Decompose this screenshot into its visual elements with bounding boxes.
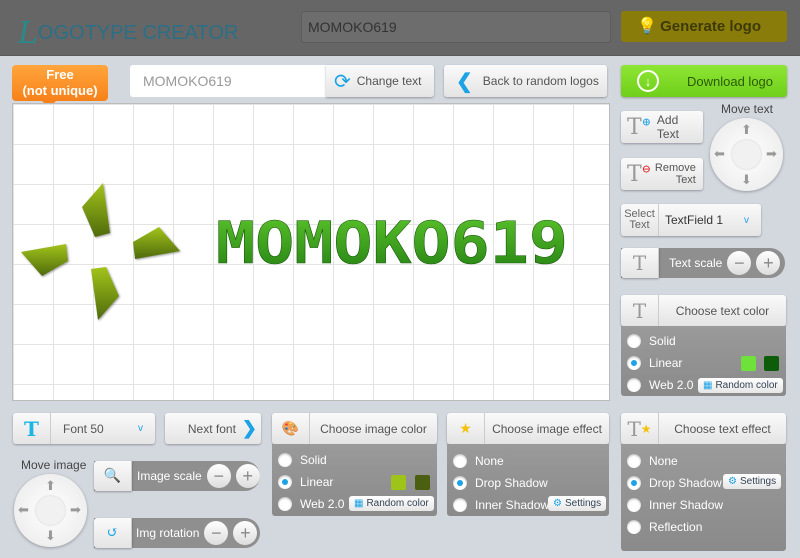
image-color-linear[interactable]: Linear — [272, 471, 437, 493]
refresh-icon: ⟳ — [334, 70, 351, 93]
text-effect-reflection[interactable]: Reflection — [621, 516, 786, 538]
arrow-up-icon[interactable]: ⬆ — [45, 478, 56, 494]
chevron-down-icon: v — [138, 423, 143, 434]
text-star-icon: T ★ — [621, 413, 659, 444]
text-color-linear[interactable]: Linear — [621, 352, 786, 374]
image-color-solid[interactable]: Solid — [272, 449, 437, 471]
font-dropdown[interactable]: T Font 50 v — [13, 413, 155, 444]
lightbulb-icon: 💡 — [637, 18, 657, 35]
text-effect-none[interactable]: None — [621, 450, 786, 472]
image-rotation-control: ↺ Img rotation − + — [94, 518, 260, 548]
chevron-down-icon: v — [744, 214, 749, 226]
download-icon: ↓ — [637, 70, 659, 92]
image-effect-drop-shadow[interactable]: Drop Shadow — [447, 472, 609, 494]
image-rotation-plus-button[interactable]: + — [233, 521, 258, 545]
add-text-button[interactable]: T⊕ Add Text — [621, 111, 703, 143]
logo-shape — [21, 244, 68, 276]
text-color-wheel-icon: T — [621, 295, 659, 326]
chevron-right-icon: ❯ — [241, 418, 257, 438]
gear-icon: ⚙ — [728, 476, 737, 487]
choose-image-effect-header[interactable]: ★ Choose image effect — [447, 413, 609, 444]
logo-shape — [82, 183, 110, 237]
choose-image-color-header[interactable]: 🎨 Choose image color — [272, 413, 437, 444]
text-color-solid[interactable]: Solid — [621, 330, 786, 352]
arrow-right-icon[interactable]: ➡ — [766, 146, 777, 162]
text-color-swatch-2[interactable] — [764, 356, 779, 371]
image-zoom-icon: 🔍 — [94, 461, 132, 491]
image-color-swatch-1[interactable] — [391, 475, 406, 490]
logo-canvas[interactable]: MOMOKO619 — [12, 103, 610, 401]
text-effect-settings-button[interactable]: ⚙ Settings — [723, 474, 782, 489]
text-scale-plus-button[interactable]: + — [756, 251, 781, 275]
image-effect-settings-button[interactable]: ⚙ Settings — [548, 496, 607, 511]
logo-text-input[interactable]: MOMOKO619 — [130, 65, 326, 97]
image-color-wheel-icon: 🎨 — [272, 413, 310, 444]
image-scale-plus-button[interactable]: + — [235, 464, 260, 488]
logo-text: MOMOKO619 — [216, 209, 568, 277]
text-color-panel: Solid Linear Web 2.0 ▦ Random color — [621, 326, 786, 396]
text-random-color-button[interactable]: ▦ Random color — [698, 378, 783, 393]
remove-text-button[interactable]: T⊖ Remove Text — [621, 158, 703, 190]
image-scale-control: 🔍 Image scale − + — [94, 461, 260, 491]
select-text-dropdown[interactable]: Select Text TextField 1v — [621, 204, 761, 236]
text-color-swatch-1[interactable] — [741, 356, 756, 371]
image-effect-panel: None Drop Shadow Inner Shadow ⚙ Settings — [447, 444, 609, 516]
choose-text-color-header[interactable]: T Choose text color — [621, 295, 786, 326]
move-image-label: Move image — [21, 458, 87, 472]
center-button[interactable] — [732, 140, 761, 169]
center-button[interactable] — [36, 496, 65, 525]
move-text-label: Move text — [721, 102, 774, 116]
text-add-icon: T⊕ — [627, 114, 651, 140]
arrow-down-icon[interactable]: ⬇ — [741, 172, 752, 188]
image-color-panel: Solid Linear Web 2.0 ▦ Random color — [272, 444, 437, 516]
logo-preview: MOMOKO619 — [21, 183, 568, 320]
generate-logo-button[interactable]: 💡 Generate logo — [621, 11, 787, 42]
move-text-pad[interactable]: ⬆ ⬇ ⬅ ➡ — [710, 118, 783, 191]
arrow-left-icon[interactable]: ⬅ — [18, 502, 29, 518]
arrow-up-icon[interactable]: ⬆ — [741, 122, 752, 138]
grid-icon: ▦ — [703, 380, 713, 391]
logo-shape — [91, 267, 119, 320]
text-scale-minus-button[interactable]: − — [727, 251, 752, 275]
image-scale-minus-button[interactable]: − — [206, 464, 231, 488]
logo-shape — [133, 227, 180, 259]
move-image-pad[interactable]: ⬆ ⬇ ⬅ ➡ — [14, 474, 87, 547]
image-random-color-button[interactable]: ▦ Random color — [349, 496, 434, 511]
text-effect-panel: None Drop Shadow Inner Shadow Reflection… — [621, 444, 786, 551]
arrow-right-icon[interactable]: ➡ — [70, 502, 81, 518]
grid-icon: ▦ — [354, 498, 364, 509]
change-text-button[interactable]: ⟳ Change text — [326, 65, 434, 97]
free-badge: Free (not unique) — [12, 65, 108, 108]
arrow-left-icon[interactable]: ⬅ — [714, 146, 725, 162]
text-effect-inner-shadow[interactable]: Inner Shadow — [621, 494, 786, 516]
text-scale-control: T Text scale − + — [621, 248, 785, 278]
rotate-icon: ↺ — [94, 518, 132, 548]
next-font-button[interactable]: Next font ❯ — [165, 413, 261, 444]
image-rotation-minus-button[interactable]: − — [204, 521, 229, 545]
gear-icon: ⚙ — [553, 498, 562, 509]
brand-logo[interactable]: LOGOTYPE CREATOR — [18, 12, 238, 51]
download-logo-button[interactable]: ↓ Download logo — [621, 65, 787, 97]
back-to-random-button[interactable]: ❮ Back to random logos — [444, 65, 607, 97]
text-scale-icon: T — [621, 248, 659, 278]
image-color-swatch-2[interactable] — [415, 475, 430, 490]
choose-text-effect-header[interactable]: T ★ Choose text effect — [621, 413, 786, 444]
header-text-input[interactable]: MOMOKO619 — [301, 11, 611, 43]
text-remove-icon: T⊖ — [627, 161, 651, 187]
chevron-left-icon: ❮ — [456, 70, 473, 93]
font-icon: T — [13, 413, 51, 444]
image-effect-none[interactable]: None — [447, 450, 609, 472]
image-star-icon: ★ — [447, 413, 485, 444]
arrow-down-icon[interactable]: ⬇ — [45, 528, 56, 544]
